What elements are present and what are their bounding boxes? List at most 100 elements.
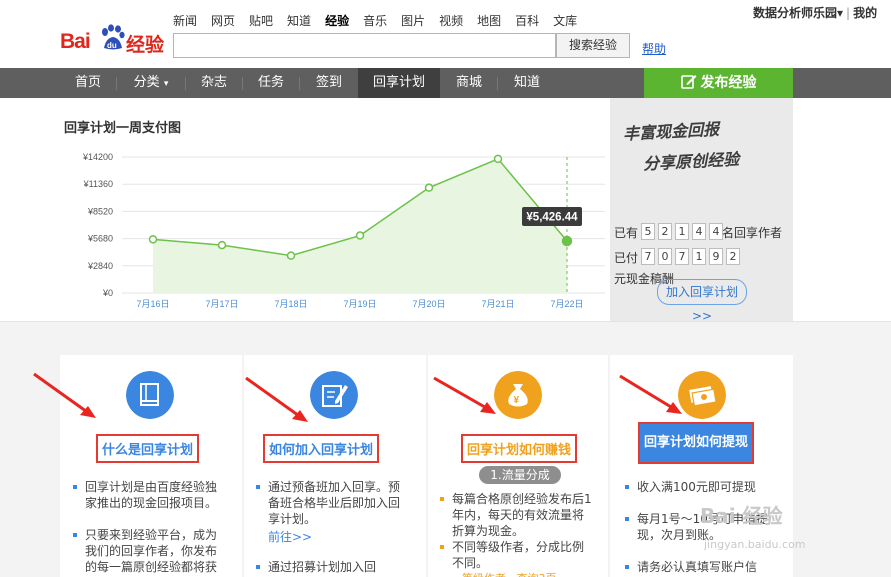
top-link[interactable]: 文库 <box>553 12 577 29</box>
card-bullet: 回享计划是由百度经验独家推出的现金回报项目。 <box>73 479 225 511</box>
card-cut-text: 等级作者 · 查询3页 <box>462 570 557 577</box>
data-point <box>286 251 296 260</box>
counter-digit: 1 <box>692 248 706 265</box>
top-link[interactable]: 知道 <box>287 12 311 29</box>
authors-prefix: 已有 <box>614 226 639 240</box>
x-tick-label: 7月16日 <box>136 299 169 309</box>
card-bullet: 收入满100元即可提现 <box>625 479 777 495</box>
promo-slogan-2: 分享原创经验 <box>642 149 740 174</box>
user-menu[interactable]: 数据分析师乐园▾ | 我的 <box>753 4 877 21</box>
svg-text:du: du <box>107 41 117 50</box>
x-tick-label: 7月22日 <box>550 299 583 309</box>
chevron-down-icon: ▾ <box>837 6 844 20</box>
earn-type-badge: 1.流量分成 <box>479 466 561 484</box>
card-bullet: 每篇合格原创经验发布后1年内，每天的有效流量将折算为现金。 <box>440 492 592 538</box>
paid-counter: 7 0 7 1 9 2 <box>641 248 740 265</box>
nav-home[interactable]: 首页 <box>60 68 116 98</box>
counter-digit: 0 <box>658 248 672 265</box>
logo-jingyan: 经验 <box>126 34 165 56</box>
main-nav: 首页 分类 ▾ 杂志 任务 签到 回享计划 商城 知道 发布经验 <box>0 68 891 98</box>
tooltip-label: ¥5,426.44 <box>526 212 578 224</box>
card-link[interactable]: 前往>> <box>268 528 312 545</box>
data-point <box>217 240 227 250</box>
card-title[interactable]: 什么是回享计划 <box>96 434 200 463</box>
top-links: 新闻 网页 贴吧 知道 经验 音乐 图片 视频 地图 百科 文库 <box>173 12 591 29</box>
authors-suffix: 名回享作者 <box>722 226 783 240</box>
svg-text:¥: ¥ <box>514 395 520 406</box>
x-tick-label: 7月18日 <box>274 299 307 309</box>
money-bag-icon: ¥ <box>494 371 542 419</box>
counter-digit: 7 <box>675 248 689 265</box>
counter-digit: 2 <box>658 223 672 240</box>
edit-icon <box>680 75 696 89</box>
top-link[interactable]: 新闻 <box>173 12 197 29</box>
top-link[interactable]: 图片 <box>401 12 425 29</box>
x-tick-label: 7月21日 <box>481 299 514 309</box>
card-bullet: 通过招募计划加入回 <box>256 559 408 575</box>
logo-text: Bai <box>60 30 91 53</box>
y-tick-label: ¥5680 <box>87 234 113 244</box>
counter-digit: 4 <box>709 223 723 240</box>
y-tick-label: ¥11360 <box>83 179 113 189</box>
search-button[interactable]: 搜索经验 <box>556 33 630 58</box>
red-arrow-icon <box>33 372 96 418</box>
top-link[interactable]: 贴吧 <box>249 12 273 29</box>
search-input[interactable] <box>173 33 556 58</box>
red-arrow-icon <box>433 376 496 414</box>
red-arrow-icon <box>619 374 682 414</box>
card-title[interactable]: 如何加入回享计划 <box>263 434 380 463</box>
paid-prefix: 已付 <box>614 251 639 265</box>
nav-zhidao[interactable]: 知道 <box>498 68 556 98</box>
data-point <box>493 154 503 164</box>
data-point <box>561 235 573 247</box>
edit-icon <box>310 371 358 419</box>
watermark-logo: Bai 经验 <box>700 504 783 528</box>
divider: | <box>846 6 851 20</box>
top-link[interactable]: 百科 <box>515 12 539 29</box>
nav-category[interactable]: 分类 ▾ <box>117 68 185 98</box>
nav-magazine[interactable]: 杂志 <box>186 68 242 98</box>
publish-button[interactable]: 发布经验 <box>644 68 793 98</box>
top-link-active[interactable]: 经验 <box>325 12 349 29</box>
nav-signin[interactable]: 签到 <box>300 68 358 98</box>
user-name[interactable]: 数据分析师乐园 <box>753 6 837 20</box>
baidu-logo[interactable]: Bai du 经验 <box>60 24 165 56</box>
top-link[interactable]: 地图 <box>477 12 501 29</box>
card-bullet: 不同等级作者，分成比例不同。 <box>440 539 592 571</box>
y-tick-label: ¥2840 <box>87 261 113 271</box>
x-tick-label: 7月20日 <box>412 299 445 309</box>
my-link[interactable]: 我的 <box>853 6 877 20</box>
data-point <box>148 235 158 244</box>
authors-counter: 5 2 1 4 4 <box>641 223 723 240</box>
x-tick-label: 7月17日 <box>205 299 238 309</box>
counter-digit: 9 <box>709 248 723 265</box>
y-tick-label: ¥8520 <box>87 206 113 216</box>
card-bullet: 请务必认真填写账户信 <box>625 559 777 575</box>
nav-tasks[interactable]: 任务 <box>243 68 299 98</box>
card-title[interactable]: 回享计划如何赚钱 <box>461 434 578 463</box>
nav-huixiang-active[interactable]: 回享计划 <box>358 68 440 98</box>
chevron-down-icon: ▾ <box>163 79 169 89</box>
x-tick-label: 7月19日 <box>343 299 376 309</box>
top-link[interactable]: 视频 <box>439 12 463 29</box>
card-bullet: 通过预备班加入回享。预备班合格毕业后即加入回享计划。 <box>256 479 408 527</box>
chart-title: 回享计划一周支付图 <box>64 121 182 136</box>
nav-mall[interactable]: 商城 <box>441 68 497 98</box>
publish-label: 发布经验 <box>700 75 757 91</box>
area-fill <box>153 158 567 293</box>
top-link[interactable]: 音乐 <box>363 12 387 29</box>
red-arrow-icon <box>245 376 308 422</box>
watermark-url: jingyan.baidu.com <box>704 538 806 551</box>
data-point <box>355 231 365 240</box>
help-link[interactable]: 帮助 <box>642 40 666 57</box>
join-button[interactable]: 加入回享计划>> <box>657 279 747 323</box>
book-icon <box>126 371 174 419</box>
card-bullet: 只要来到经验平台，成为我们的回享作者，你发布的每一篇原创经验都将获 <box>73 527 225 575</box>
y-tick-label: ¥0 <box>102 288 113 298</box>
counter-digit: 1 <box>675 223 689 240</box>
card-title-highlighted[interactable]: 回享计划如何提现 <box>638 422 755 464</box>
counter-digit: 4 <box>692 223 706 240</box>
payment-area-chart: ¥0 ¥2840 ¥5680 ¥8520 ¥11360 ¥14200 7月16日 7月17日 7… <box>82 152 605 309</box>
top-link[interactable]: 网页 <box>211 12 235 29</box>
paw-icon: du <box>102 24 125 50</box>
